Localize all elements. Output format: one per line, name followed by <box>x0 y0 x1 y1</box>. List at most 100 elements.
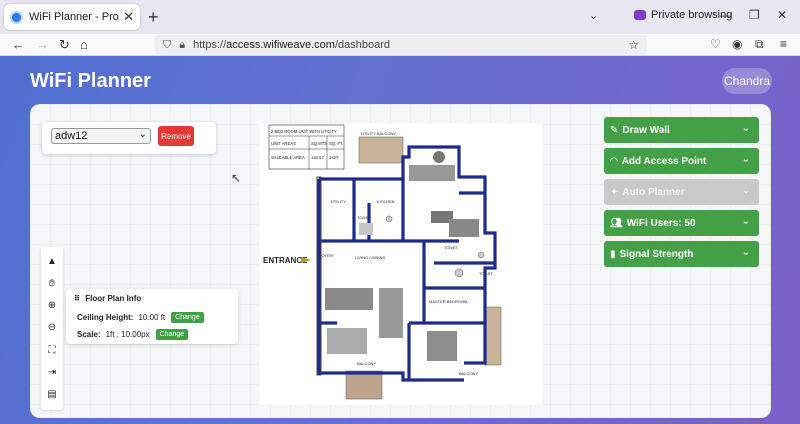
shield-icon: ⛉ <box>163 38 172 51</box>
master-bed <box>427 331 457 361</box>
room-label: UTILITY <box>331 199 346 204</box>
floor-plan-image[interactable]: 2 BED ROOM UNIT WITH UTILITY UNIT AREAS … <box>259 123 542 405</box>
dining-table <box>379 288 403 338</box>
bottom-balcony-area <box>345 370 383 400</box>
ceiling-height-row: Ceiling Height: 10.00 ft Change <box>77 312 204 323</box>
add-access-point-label: Add Access Point <box>621 155 707 167</box>
magic-icon: ✦ <box>610 186 619 198</box>
table-title: 2 BED ROOM UNIT WITH UTILITY <box>271 129 337 134</box>
mouse-cursor-icon: ↖ <box>231 171 242 185</box>
home-icon[interactable]: ⌂ <box>80 37 88 52</box>
change-ceiling-button[interactable]: Change <box>171 312 204 323</box>
url-prefix: https:// <box>193 39 227 51</box>
forward-icon[interactable]: → <box>36 37 49 52</box>
chevron-down-icon: ⌄ <box>741 185 750 196</box>
signal-strength-label: Signal Strength <box>619 248 694 260</box>
floor-selector-card: adw12 ⌄ Remove <box>42 122 216 154</box>
add-access-point-panel[interactable]: ◠ Add Access Point ⌄ <box>604 148 759 174</box>
floor-select-value: adw12 <box>55 130 88 142</box>
lounge-set <box>327 328 367 354</box>
account-icon[interactable]: ◉ <box>732 37 742 51</box>
back-icon[interactable]: ← <box>12 37 25 52</box>
signal-strength-panel[interactable]: ▮ Signal Strength ⌄ <box>604 241 759 267</box>
auto-planner-label: Auto Planner <box>622 186 685 198</box>
room-label: BALCONY <box>357 361 376 366</box>
floor-select[interactable]: adw12 ⌄ <box>51 128 151 144</box>
room-label: TOILET <box>479 271 493 276</box>
url-path: /dashboard <box>334 39 391 51</box>
toilet-fixture-3 <box>477 251 485 259</box>
document-icon[interactable]: ▤ <box>41 384 63 404</box>
app-title: WiFi Planner <box>30 70 151 92</box>
table-col3: SQ. FT. <box>329 141 343 146</box>
scale-row: Scale: 1ft : 10.00px Change <box>77 329 189 340</box>
utility-balcony-area <box>358 136 404 164</box>
restore-icon[interactable]: ❐ <box>749 8 760 22</box>
table-col2: SQ.MTS <box>311 141 327 146</box>
ceiling-height-label: Ceiling Height: <box>77 313 134 322</box>
chevron-down-icon: ⌄ <box>138 129 147 140</box>
drag-grip-icon[interactable]: ⠿ <box>74 294 80 303</box>
new-tab-icon[interactable]: + <box>148 7 159 28</box>
zoom-in-icon[interactable]: ⊕ <box>41 295 63 315</box>
reload-icon[interactable]: ↻ <box>59 37 70 53</box>
change-scale-button[interactable]: Change <box>155 329 189 340</box>
room-label: MASTER BEDROOM <box>429 299 467 304</box>
ceiling-height-value: 10.00 ft <box>138 313 166 322</box>
entrance-marker: ENTRANCE <box>263 256 311 265</box>
fit-screen-icon[interactable]: ⛶ <box>41 340 63 360</box>
close-tab-icon[interactable]: ✕ <box>123 9 134 25</box>
scale-label: Scale: <box>77 330 101 339</box>
zoom-out-icon[interactable]: ⊖ <box>41 317 63 337</box>
table-sqm: 132.57 <box>311 155 324 160</box>
browser-nav-bar: ← → ↻ ⌂ ⛉ 🔒︎ https://access.wifiweave.co… <box>0 34 800 56</box>
room-label: KITCHEN <box>377 199 395 204</box>
minimize-icon[interactable]: — <box>720 8 732 22</box>
toilet-fixture-2 <box>454 268 464 278</box>
select-icon[interactable]: ▲ <box>41 251 63 271</box>
table-col1: UNIT AREAS <box>271 141 296 146</box>
browser-tab[interactable]: WiFi Planner - Professional WiFi ✕ <box>4 4 140 30</box>
bookmark-star-icon[interactable]: ☆ <box>628 38 639 52</box>
room-label: FOYER <box>319 253 333 258</box>
users-icon: 👥︎ <box>610 217 623 229</box>
private-mask-icon <box>634 10 646 20</box>
floor-plan-info-card: ⠿ Floor Plan Info Ceiling Height: 10.00 … <box>66 289 238 344</box>
scale-value: 1ft : 10.00px <box>105 330 150 339</box>
pocket-icon[interactable]: ♡ <box>710 37 721 51</box>
room-label: UTILITY BALCONY <box>361 131 396 136</box>
export-icon[interactable]: ⇥ <box>41 362 63 382</box>
room-label: TOILET <box>444 245 458 250</box>
wifi-users-panel[interactable]: 👥︎ WiFi Users: 50 ⌄ <box>604 210 759 236</box>
wifi-icon: ◠ <box>610 155 618 167</box>
menu-icon[interactable]: ≡ <box>780 37 787 51</box>
address-bar[interactable]: ⛉ 🔒︎ https://access.wifiweave.com/dashbo… <box>155 35 647 55</box>
room-label: BALCONY <box>459 371 478 376</box>
chevron-down-icon: ⌄ <box>741 123 750 134</box>
toilet-fixture-1 <box>385 215 393 223</box>
table-row-label: SALEABLE AREA <box>271 155 305 160</box>
table-sqft: 1427 <box>329 155 339 160</box>
browser-tab-bar: WiFi Planner - Professional WiFi ✕ + ⌄ P… <box>0 0 800 34</box>
utility-fixture <box>359 223 373 235</box>
floor-plan-drawing: 2 BED ROOM UNIT WITH UTILITY UNIT AREAS … <box>263 124 502 400</box>
app-root: WiFi Planner Chandra adw12 ⌄ Remove ↖ ▲ … <box>0 56 800 424</box>
list-tabs-chevron-icon[interactable]: ⌄ <box>589 9 598 22</box>
user-menu[interactable]: Chandra <box>722 68 772 94</box>
floor-plan-info-header[interactable]: ⠿ Floor Plan Info <box>74 294 141 303</box>
sofa <box>325 288 373 310</box>
side-balcony-area <box>484 306 502 366</box>
remove-floor-button[interactable]: Remove <box>158 126 194 146</box>
auto-planner-panel[interactable]: ✦ Auto Planner ⌄ <box>604 179 759 205</box>
hand-icon[interactable]: ✋︎ <box>41 273 63 293</box>
chevron-down-icon: ⌄ <box>741 247 750 258</box>
sink <box>433 151 445 163</box>
canvas-toolbar: ▲ ✋︎ ⊕ ⊖ ⛶ ⇥ ▤ <box>41 247 63 410</box>
close-window-icon[interactable]: ✕ <box>777 8 787 22</box>
kitchen-counter <box>409 165 455 181</box>
extensions-icon[interactable]: ⧉ <box>755 37 764 52</box>
floor-plan-info-title: Floor Plan Info <box>85 294 142 303</box>
chevron-down-icon: ⌄ <box>741 216 750 227</box>
draw-wall-panel[interactable]: ✎ Draw Wall ⌄ <box>604 117 759 143</box>
kitchen-appliance <box>449 219 479 237</box>
